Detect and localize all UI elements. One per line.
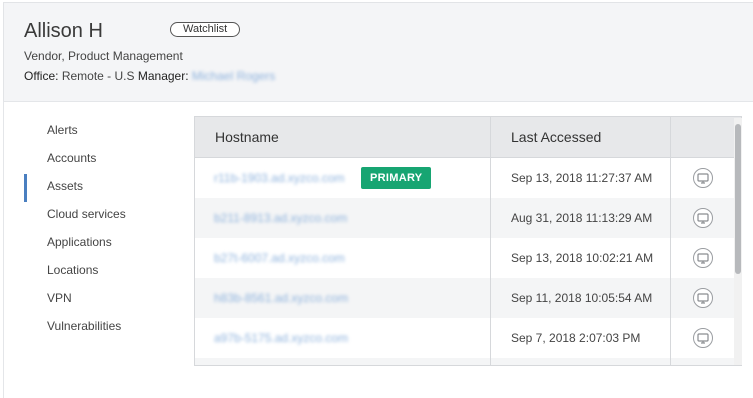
- table-row-partial: [195, 358, 741, 365]
- hostname-link[interactable]: h83b-8561.ad.xyzco.com: [214, 291, 348, 305]
- remote-desktop-icon[interactable]: [692, 247, 714, 269]
- office-value: Remote - U.S: [61, 69, 135, 83]
- table-row: b27t-6007.ad.xyzco.com Sep 13, 2018 10:0…: [195, 238, 741, 278]
- sidebar-item-locations[interactable]: Locations: [24, 258, 174, 286]
- manager-label: Manager:: [137, 69, 189, 83]
- remote-desktop-icon[interactable]: [692, 327, 714, 349]
- last-accessed-value: Sep 13, 2018 11:27:37 AM: [511, 171, 653, 185]
- table-header: Hostname Last Accessed: [195, 117, 741, 158]
- hostname-link[interactable]: b211-8913.ad.xyzco.com: [214, 211, 347, 225]
- sidebar-item-assets[interactable]: Assets: [24, 174, 174, 202]
- column-divider: [670, 117, 671, 365]
- table-row: r11b-1903.ad.xyzco.com PRIMARY Sep 13, 2…: [195, 158, 741, 198]
- table-row: a97b-5175.ad.xyzco.com Sep 7, 2018 2:07:…: [195, 318, 741, 358]
- column-divider: [490, 117, 491, 365]
- column-header-hostname[interactable]: Hostname: [215, 117, 279, 157]
- table-row: b211-8913.ad.xyzco.com Aug 31, 2018 11:1…: [195, 198, 741, 238]
- remote-desktop-icon[interactable]: [692, 287, 714, 309]
- hostname-link[interactable]: b27t-6007.ad.xyzco.com: [214, 251, 345, 265]
- last-accessed-value: Sep 13, 2018 10:02:21 AM: [511, 251, 654, 265]
- last-accessed-value: Sep 7, 2018 2:07:03 PM: [511, 331, 641, 345]
- last-accessed-value: Sep 11, 2018 10:05:54 AM: [511, 291, 653, 305]
- office-manager-line: Office: Remote - U.S Manager: Michael Ro…: [24, 69, 275, 83]
- sidebar-item-accounts[interactable]: Accounts: [24, 146, 174, 174]
- watchlist-badge[interactable]: Watchlist: [170, 22, 241, 37]
- sidebar-item-cloud-services[interactable]: Cloud services: [24, 202, 174, 230]
- table-row: h83b-8561.ad.xyzco.com Sep 11, 2018 10:0…: [195, 278, 741, 318]
- remote-desktop-icon[interactable]: [692, 167, 714, 189]
- last-accessed-value: Aug 31, 2018 11:13:29 AM: [511, 211, 653, 225]
- left-border: [3, 102, 4, 398]
- hostname-link[interactable]: a97b-5175.ad.xyzco.com: [214, 331, 348, 345]
- scrollbar-thumb[interactable]: [735, 124, 741, 274]
- user-role: Vendor, Product Management: [24, 49, 183, 63]
- user-name: Allison H: [24, 20, 103, 42]
- sidebar-item-applications[interactable]: Applications: [24, 230, 174, 258]
- profile-header: Allison H Watchlist Vendor, Product Mana…: [3, 2, 753, 102]
- office-label: Office:: [24, 69, 59, 83]
- manager-link[interactable]: Michael Rogers: [192, 69, 275, 83]
- hostname-link[interactable]: r11b-1903.ad.xyzco.com: [214, 171, 345, 185]
- column-header-last-accessed[interactable]: Last Accessed: [511, 117, 601, 157]
- sidebar-nav: Alerts Accounts Assets Cloud services Ap…: [24, 118, 174, 342]
- remote-desktop-icon[interactable]: [692, 207, 714, 229]
- primary-badge: PRIMARY: [361, 167, 432, 189]
- sidebar-item-vulnerabilities[interactable]: Vulnerabilities: [24, 314, 174, 342]
- sidebar-item-alerts[interactable]: Alerts: [24, 118, 174, 146]
- assets-table: Hostname Last Accessed r11b-1903.ad.xyzc…: [194, 116, 742, 366]
- sidebar-item-vpn[interactable]: VPN: [24, 286, 174, 314]
